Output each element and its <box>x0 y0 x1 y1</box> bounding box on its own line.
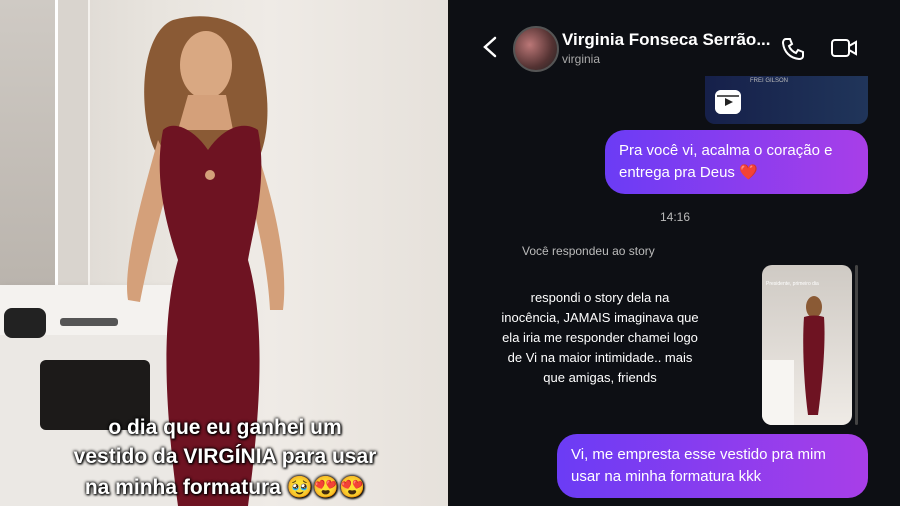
phone-on-counter <box>60 318 118 326</box>
contact-name[interactable]: Virginia Fonseca Serrão... <box>562 30 772 50</box>
caption-line-2: vestido da VIRGÍNIA para usar <box>73 445 377 468</box>
sent-message-2[interactable]: Vi, me empresta esse vestido pra mim usa… <box>557 434 868 498</box>
sent-message-1[interactable]: Pra você vi, acalma o coração e entrega … <box>605 130 868 194</box>
story-photo-panel: o dia que eu ganhei um vestido da VIRGÍN… <box>0 0 450 506</box>
story-reply-thumbnail[interactable]: Presidente, primeiro dia <box>762 265 852 425</box>
reels-icon <box>715 90 741 114</box>
chat-header: Virginia Fonseca Serrão... virginia <box>450 18 900 76</box>
chat-panel: Virginia Fonseca Serrão... virginia FREI… <box>450 0 900 506</box>
avatar[interactable] <box>513 26 559 72</box>
phone-icon[interactable] <box>780 36 806 62</box>
caption-line-3: na minha formatura 🥹😍😍 <box>84 476 366 499</box>
story-thumb-figure <box>762 296 825 425</box>
video-camera-icon[interactable] <box>830 36 858 60</box>
caption-line-1: o dia que eu ganhei um <box>108 416 342 439</box>
back-arrow-icon[interactable] <box>480 36 502 58</box>
handbag <box>4 308 46 338</box>
shared-reel-preview[interactable]: FREI GILSON <box>705 76 868 124</box>
message-timestamp: 14:16 <box>659 210 691 224</box>
story-reply-bar <box>855 265 858 425</box>
overlay-annotation: respondi o story dela na inocência, JAMA… <box>501 290 699 385</box>
contact-handle: virginia <box>562 52 601 66</box>
story-reply-label: Você respondeu ao story <box>522 244 655 258</box>
reel-preview-text: FREI GILSON <box>750 78 789 84</box>
wall-panel <box>58 0 90 300</box>
mirror <box>0 0 58 300</box>
